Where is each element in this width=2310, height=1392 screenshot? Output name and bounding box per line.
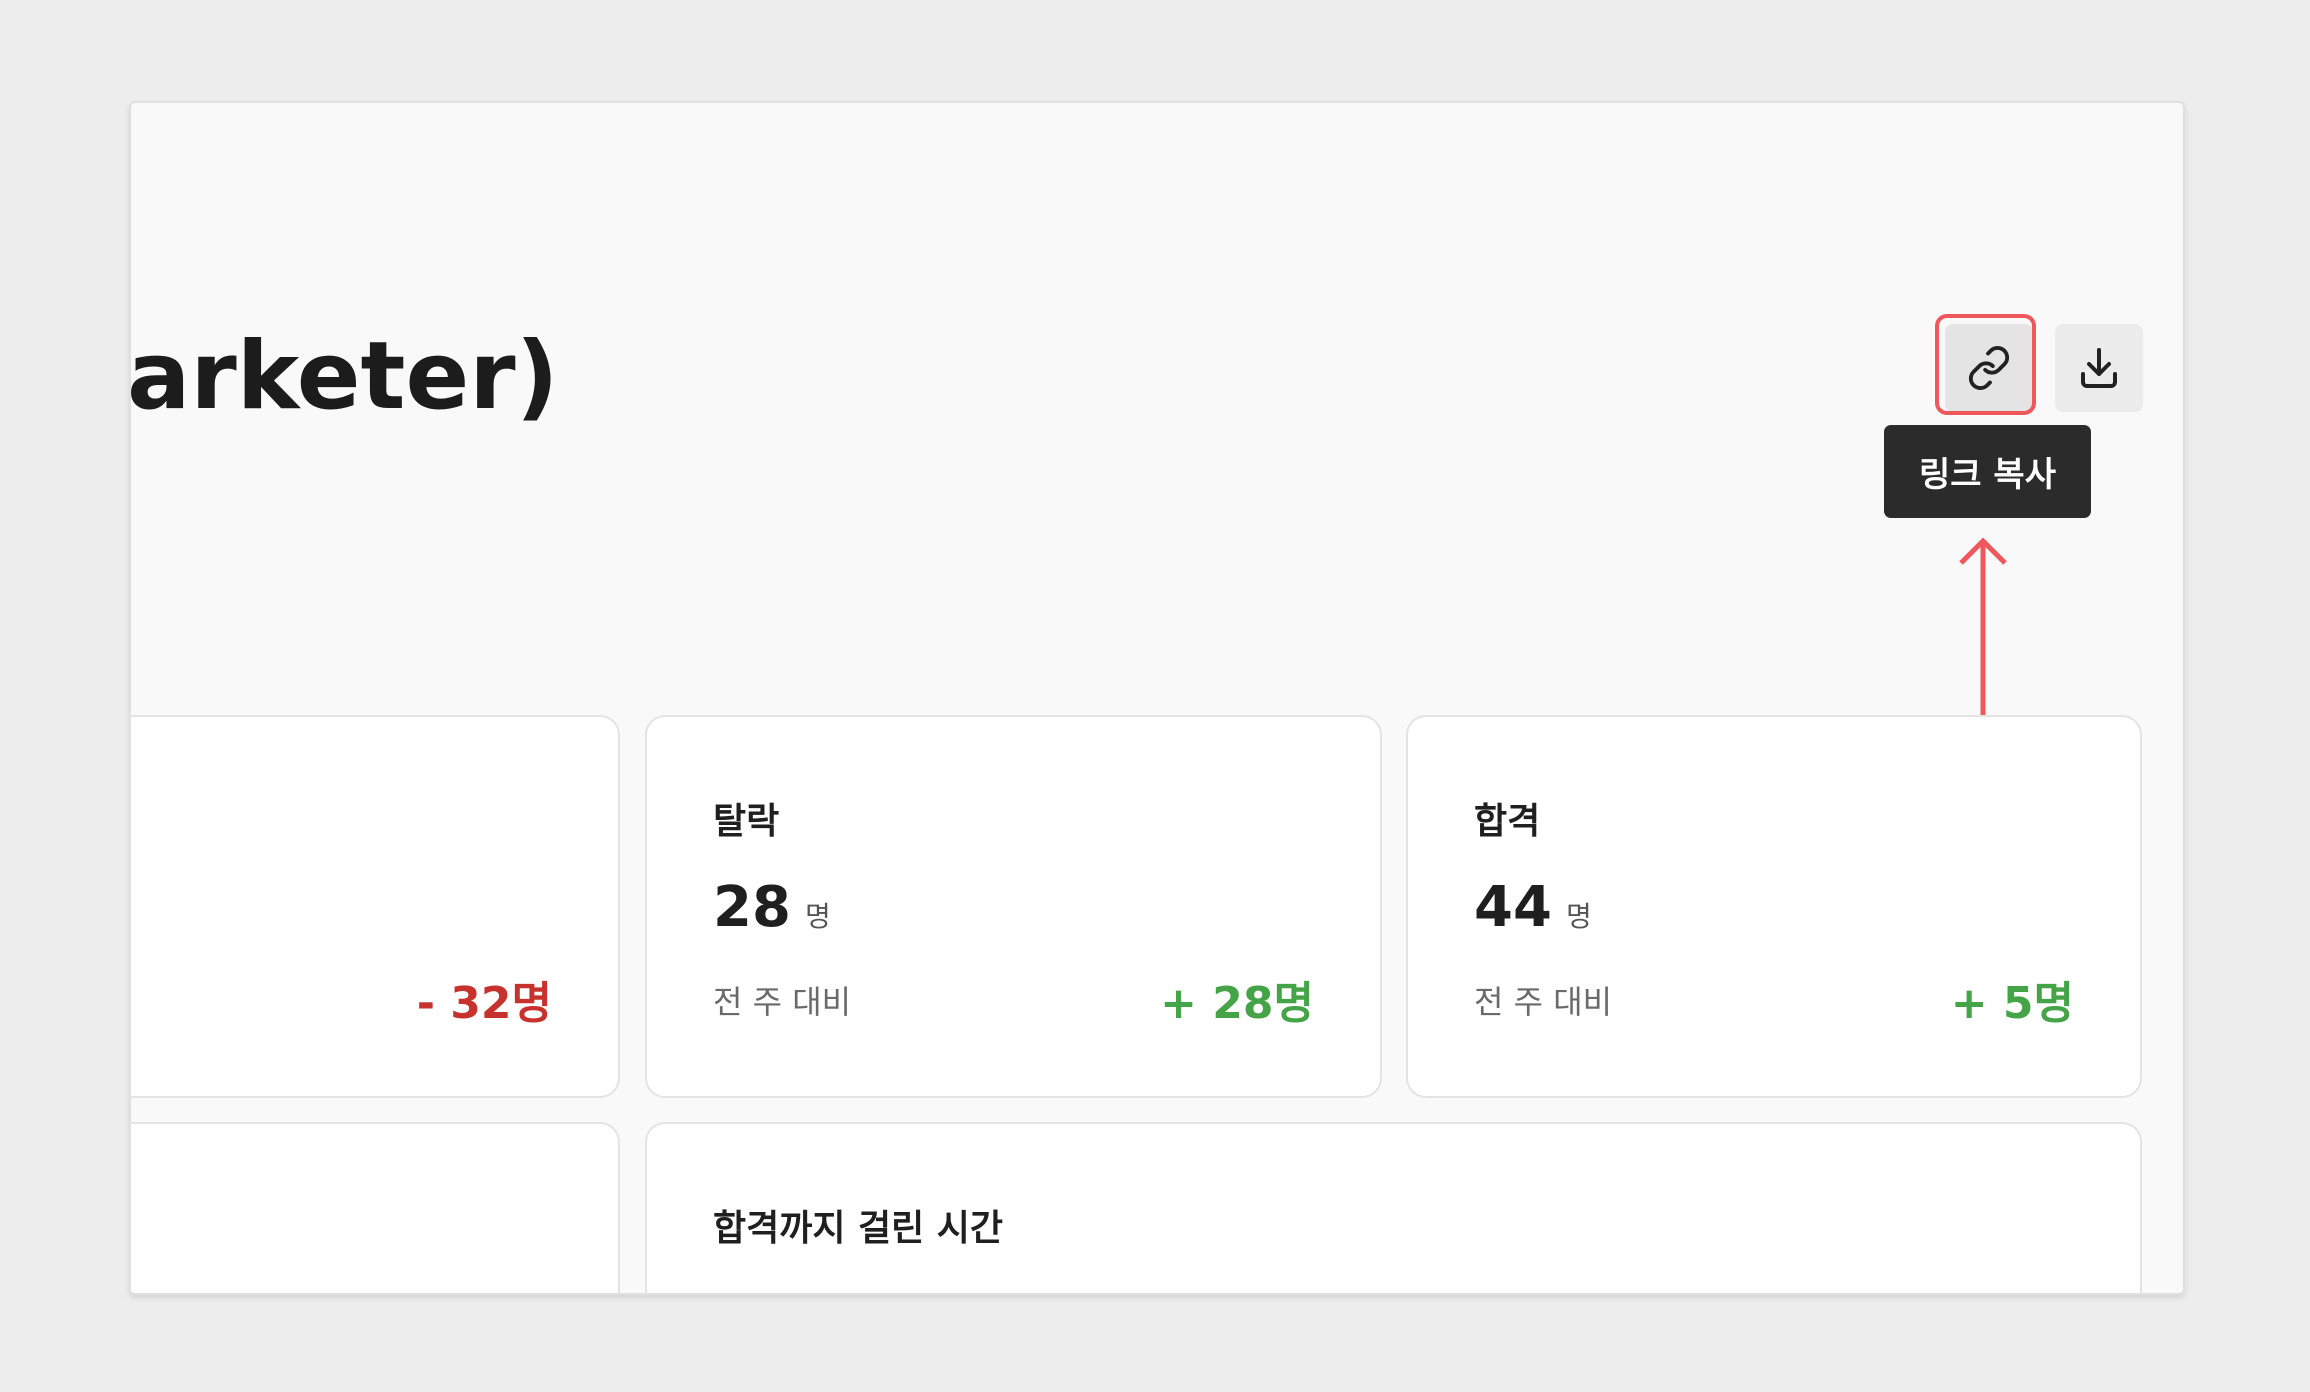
card-delta: - 32명	[416, 978, 552, 1029]
card-compare-label: 전 주 대비	[713, 983, 852, 1021]
card-compare-label: 전 주 대비	[1474, 983, 1613, 1021]
card-value: 44 명	[1474, 875, 1592, 940]
bottom-card-partial	[131, 1122, 620, 1293]
card-label: 합격까지 걸린 시간	[713, 1208, 1004, 1249]
download-button[interactable]	[2055, 324, 2143, 412]
card-number: 28	[713, 875, 791, 940]
card-label: 합격	[1474, 801, 1541, 842]
card-label: 탈락	[713, 801, 780, 842]
page-title: arketer)	[129, 322, 559, 431]
download-icon	[2081, 348, 2117, 388]
card-delta: + 5명	[1950, 978, 2074, 1029]
stat-card-rejected: 탈락 28 명 전 주 대비 + 28명	[645, 715, 1382, 1098]
copy-link-tooltip: 링크 복사	[1884, 425, 2091, 518]
card-number: 44	[1474, 875, 1552, 940]
time-to-hire-card: 합격까지 걸린 시간	[645, 1122, 2142, 1293]
card-value: 28 명	[713, 875, 831, 940]
stat-card-passed: 합격 44 명 전 주 대비 + 5명	[1406, 715, 2142, 1098]
card-delta: + 28명	[1160, 978, 1314, 1029]
card-unit: 명	[1565, 900, 1592, 933]
stat-card-partial: - 32명	[131, 715, 620, 1098]
highlight-box	[1935, 314, 2036, 415]
card-unit: 명	[804, 900, 831, 933]
dashboard-window: arketer) 링크 복사 - 32명 탈락 28 명 전 주 대비 + 28…	[129, 101, 2185, 1295]
